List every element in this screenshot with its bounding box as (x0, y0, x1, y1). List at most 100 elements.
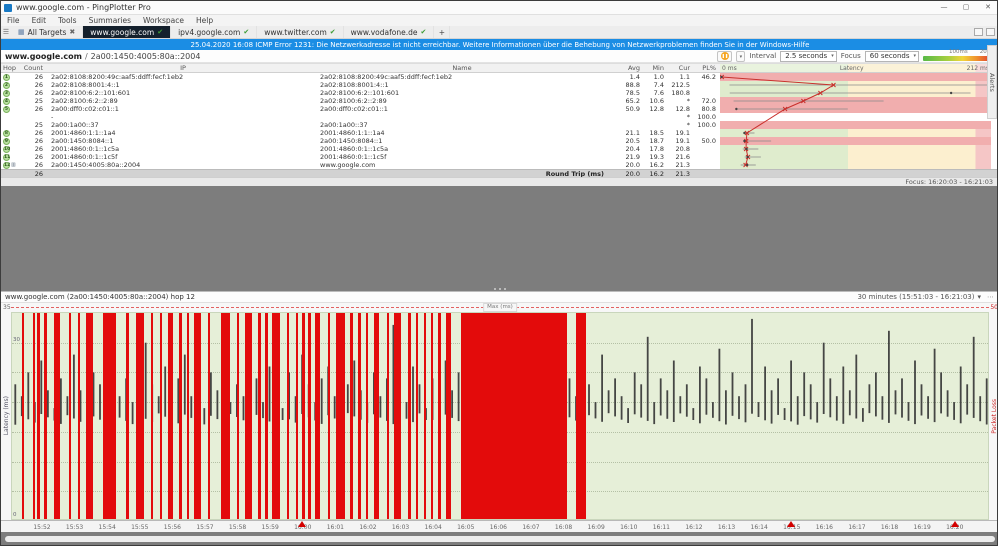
table-row[interactable]: 8 26 2001:4860:1:1::1a4 2001:4860:1:1::1a4 2… (1, 129, 997, 137)
menu-item-file[interactable]: File (1, 15, 26, 26)
menu-item-workspace[interactable]: Workspace (137, 15, 190, 26)
latency-bar (451, 390, 453, 418)
table-row[interactable]: 4 25 2a02:8100:6:2::2:89 2a02:8100:6:2::2:8… (1, 97, 997, 105)
latency-bar (633, 372, 636, 415)
menu-item-tools[interactable]: Tools (52, 15, 82, 26)
header-avg[interactable]: Avg (604, 64, 640, 72)
timeline-menu-icon[interactable]: ⋯ (987, 293, 995, 301)
avg-cell: 20.0 (625, 161, 640, 169)
table-row[interactable]: 1 26 2a02:8108:8200:49c:aaf5:ddff:fecf:1eb… (1, 73, 997, 81)
latency-bar (829, 378, 832, 418)
right-axis: Packet Loss (989, 312, 998, 520)
min-cell: 7.4 (653, 81, 664, 89)
header-name[interactable]: Name (315, 64, 604, 72)
notification-bar[interactable]: 25.04.2020 16:08 ICMP Error 1231: Die Ne… (1, 39, 997, 50)
tab-ipv4.google.com[interactable]: ipv4.google.com ✔ (171, 26, 258, 38)
round-trip-row[interactable]: 26 Round Trip (ms) 20.0 16.2 21.3 (1, 169, 997, 178)
maximize-icon[interactable]: ▢ (955, 1, 977, 14)
alert-triangle-icon[interactable] (787, 521, 796, 527)
menu-item-help[interactable]: Help (190, 15, 219, 26)
grid-icon: ▦ (18, 28, 25, 36)
latency-bar (907, 402, 910, 421)
alert-triangle-icon[interactable] (950, 521, 959, 527)
time-tick: 16:03 (391, 524, 410, 531)
horizontal-scrollbar[interactable] (5, 536, 995, 542)
menu-grip-icon[interactable]: ☰ (1, 26, 11, 38)
table-row[interactable]: 5 26 2a00:dff0:c02:c01::1 2a00:dff0:c02:c01… (1, 105, 997, 113)
table-row[interactable]: 3 26 2a02:8100:6:2::101:601 2a02:8100:6:2::… (1, 89, 997, 97)
packet-loss-stripe (258, 313, 261, 519)
focus-select[interactable]: 60 seconds ▾ (864, 50, 919, 62)
latency-color-legend: 100ms 200ms (923, 49, 997, 62)
hop-badge: 9 (3, 137, 10, 145)
timeline-range[interactable]: 30 minutes (15:51:03 - 16:21:03) ▾ (857, 293, 981, 301)
min-cell: 12.8 (649, 105, 664, 113)
latency-bar (790, 360, 792, 422)
layout-icon-2[interactable] (986, 28, 995, 36)
ip-cell: 2001:4860:1:1::1a4 (51, 129, 116, 137)
tab-www.twitter.com[interactable]: www.twitter.com ✔ (257, 26, 344, 38)
tab-www.google.com[interactable]: www.google.com ✔ (83, 26, 172, 38)
latency-bar (346, 384, 349, 414)
alerts-side-tab[interactable]: Alerts (987, 45, 997, 119)
alert-triangle-icon[interactable] (298, 521, 307, 527)
latency-bar (418, 384, 421, 414)
pause-button[interactable]: ❚❚ (717, 50, 733, 62)
tabbar-tools (974, 26, 997, 38)
latency-bar (803, 372, 806, 417)
header-cur[interactable]: Cur (664, 64, 690, 72)
table-row[interactable]: 10 26 2001:4860:0:1::1c5a 2001:4860:0:1::1c… (1, 145, 997, 153)
tab-www.vodafone.de[interactable]: www.vodafone.de ✔ (344, 26, 435, 38)
ip-cell: 2a02:8108:8200:49c:aaf5:ddff:fecf:1eb2 (51, 73, 184, 81)
packet-loss-stripe (335, 313, 345, 519)
latency-bar (190, 396, 193, 418)
latency-max-label: 212 ms (966, 64, 989, 72)
packet-loss-stripe (286, 313, 290, 519)
latency-gradient-bar (923, 56, 995, 61)
table-row[interactable]: 2 26 2a02:8108:8001:4::1 2a02:8108:8001:4::… (1, 81, 997, 89)
header-hop[interactable]: Hop (1, 64, 23, 72)
latency-bar (653, 402, 656, 425)
hop-badge: 1 (3, 73, 10, 81)
time-tick: 16:01 (326, 524, 345, 531)
new-tab-button[interactable]: + (434, 26, 451, 38)
hop-cell: 10 (1, 145, 23, 153)
pause-dropdown-icon[interactable]: ▾ (736, 50, 746, 62)
chevron-down-icon-3: ▾ (977, 293, 981, 301)
latency-bar (940, 372, 942, 414)
name-cell: 2001:4860:0:1::1c5f (320, 153, 387, 161)
timeline-plot[interactable]: 30 0 (11, 312, 989, 520)
ip-cell: 2a00:1a00::37 (51, 121, 99, 129)
table-row[interactable]: 11 26 2001:4860:0:1::1c5f 2001:4860:0:1::1c… (1, 153, 997, 161)
latency-bar (783, 408, 786, 420)
close-tab-icon[interactable]: ✖ (69, 28, 75, 36)
table-row[interactable]: - * 100.0 (1, 113, 997, 121)
packet-loss-stripe (21, 313, 25, 519)
layout-icon[interactable] (974, 28, 983, 36)
minimize-icon[interactable]: — (933, 1, 955, 14)
header-count[interactable]: Count (23, 64, 43, 72)
header-pl[interactable]: PL% (690, 64, 716, 72)
latency-cell (720, 89, 991, 97)
header-ip[interactable]: IP (43, 64, 315, 72)
count-cell: 26 (34, 161, 43, 169)
latency-bar (320, 378, 323, 424)
interval-select[interactable]: 2.5 seconds ▾ (780, 50, 837, 62)
menu-item-edit[interactable]: Edit (26, 15, 53, 26)
packet-loss-stripe (68, 313, 72, 519)
cur-cell: 12.8 (675, 105, 690, 113)
chevron-down-icon: ▾ (831, 53, 834, 59)
menu-item-summaries[interactable]: Summaries (83, 15, 137, 26)
tab-all-targets[interactable]: ▦ All Targets ✖ (11, 26, 84, 38)
hop-cell: 3 (1, 89, 23, 97)
header-min[interactable]: Min (640, 64, 664, 72)
latency-bar (757, 402, 760, 417)
table-row[interactable]: 25 2a00:1a00::37 2a00:1a00::37 * 100.0 (1, 121, 997, 129)
table-row[interactable]: 9 26 2a00:1450:8084::1 2a00:1450:8084::1 20.… (1, 137, 997, 145)
cur-cell: 1.1 (679, 73, 690, 81)
table-row[interactable]: 12 ▥ 26 2a00:1450:4005:80a::2004 www.google.… (1, 161, 997, 169)
left-axis: Latency (ms) (1, 312, 11, 520)
close-icon[interactable]: ✕ (977, 1, 997, 14)
scale-mode-label[interactable]: Max (ms) (483, 303, 517, 312)
min-cell: 18.5 (649, 129, 664, 137)
